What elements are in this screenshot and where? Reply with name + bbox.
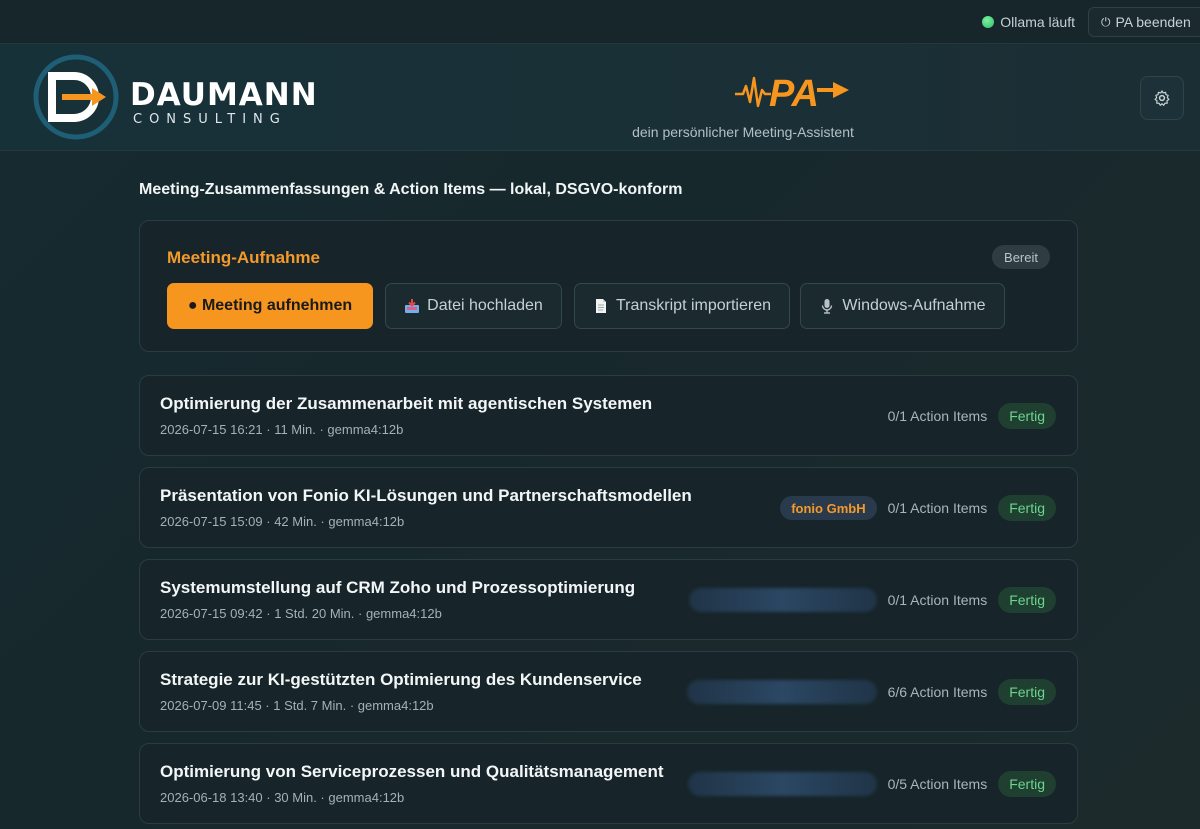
recording-panel: Meeting-Aufnahme Bereit ● Meeting aufneh…: [139, 220, 1078, 352]
meeting-list-item[interactable]: Optimierung von Serviceprozessen und Qua…: [139, 743, 1078, 824]
stop-pa-button[interactable]: ⏻ PA beenden: [1088, 7, 1200, 37]
status-badge: Fertig: [998, 679, 1056, 705]
status-badge: Fertig: [998, 403, 1056, 429]
meeting-title: Strategie zur KI-gestützten Optimierung …: [160, 670, 642, 689]
company-tag: fonio GmbH: [780, 496, 877, 520]
meeting-title: Präsentation von Fonio KI-Lösungen und P…: [160, 486, 692, 505]
stop-pa-label: PA beenden: [1115, 14, 1191, 30]
windows-recording-label: Windows-Aufnahme: [842, 297, 986, 314]
record-meeting-button[interactable]: ● Meeting aufnehmen: [167, 283, 373, 329]
app-header: DAUMANN CONSULTING PA dein persönlicher …: [0, 44, 1200, 151]
action-items-count: 0/1 Action Items: [887, 592, 988, 608]
ollama-status-label: Ollama läuft: [1000, 14, 1075, 30]
meeting-list-item[interactable]: Optimierung der Zusammenarbeit mit agent…: [139, 375, 1078, 456]
pa-logo-icon: PA: [735, 73, 849, 114]
meeting-meta: 2026-07-15 16:21 · 11 Min. · gemma4:12b: [160, 422, 404, 437]
status-badge: Fertig: [998, 587, 1056, 613]
app-tagline: dein persönlicher Meeting-Assistent: [632, 124, 854, 140]
daumann-logo-icon: [33, 54, 119, 140]
meeting-meta: 2026-07-15 09:42 · 1 Std. 20 Min. · gemm…: [160, 606, 442, 621]
meeting-list-item[interactable]: Systemumstellung auf CRM Zoho und Prozes…: [139, 559, 1078, 640]
windows-recording-button[interactable]: Windows-Aufnahme: [800, 283, 1005, 329]
meeting-meta: 2026-06-18 13:40 · 30 Min. · gemma4:12b: [160, 790, 405, 805]
status-badge: Bereit: [992, 245, 1050, 269]
brand-name: DAUMANN: [130, 77, 318, 113]
document-icon: [595, 299, 606, 313]
import-transcript-label: Transkript importieren: [615, 297, 771, 314]
pa-logo-text: PA: [769, 73, 819, 114]
action-items-count: 0/1 Action Items: [887, 408, 988, 424]
meeting-title: Optimierung von Serviceprozessen und Qua…: [160, 762, 664, 781]
recording-panel-title: Meeting-Aufnahme: [167, 248, 320, 267]
upload-file-label: Datei hochladen: [427, 297, 543, 314]
inbox-tray-icon: [405, 299, 420, 313]
import-transcript-button[interactable]: Transkript importieren: [574, 283, 790, 329]
redacted-company-tag: [686, 680, 877, 704]
status-dot-icon: [982, 16, 995, 28]
meeting-title: Optimierung der Zusammenarbeit mit agent…: [160, 394, 653, 413]
settings-button[interactable]: [1140, 76, 1184, 120]
power-icon: ⏻: [1101, 14, 1111, 29]
status-badge: Fertig: [998, 771, 1056, 797]
top-status-bar: Ollama läuft ⏻ PA beenden: [0, 0, 1200, 44]
action-items-count: 0/1 Action Items: [887, 500, 988, 516]
page-subtitle: Meeting-Zusammenfassungen & Action Items…: [139, 181, 683, 198]
meeting-list-item[interactable]: Präsentation von Fonio KI-Lösungen und P…: [139, 467, 1078, 548]
ollama-status: Ollama läuft: [982, 13, 1075, 31]
meeting-meta: 2026-07-15 15:09 · 42 Min. · gemma4:12b: [160, 514, 405, 529]
upload-file-button[interactable]: Datei hochladen: [385, 283, 562, 329]
action-items-count: 6/6 Action Items: [887, 684, 988, 700]
brand-subtitle: CONSULTING: [133, 112, 287, 127]
status-badge: Fertig: [998, 495, 1056, 521]
meeting-title: Systemumstellung auf CRM Zoho und Prozes…: [160, 578, 636, 597]
action-items-count: 0/5 Action Items: [887, 776, 988, 792]
redacted-company-tag: [687, 772, 877, 796]
record-meeting-label: ● Meeting aufnehmen: [187, 297, 353, 314]
gear-icon: [1154, 90, 1170, 106]
meeting-meta: 2026-07-09 11:45 · 1 Std. 7 Min. · gemma…: [160, 698, 434, 713]
redacted-company-tag: [688, 588, 877, 612]
microphone-icon: [822, 299, 833, 314]
meeting-list-item[interactable]: Strategie zur KI-gestützten Optimierung …: [139, 651, 1078, 732]
